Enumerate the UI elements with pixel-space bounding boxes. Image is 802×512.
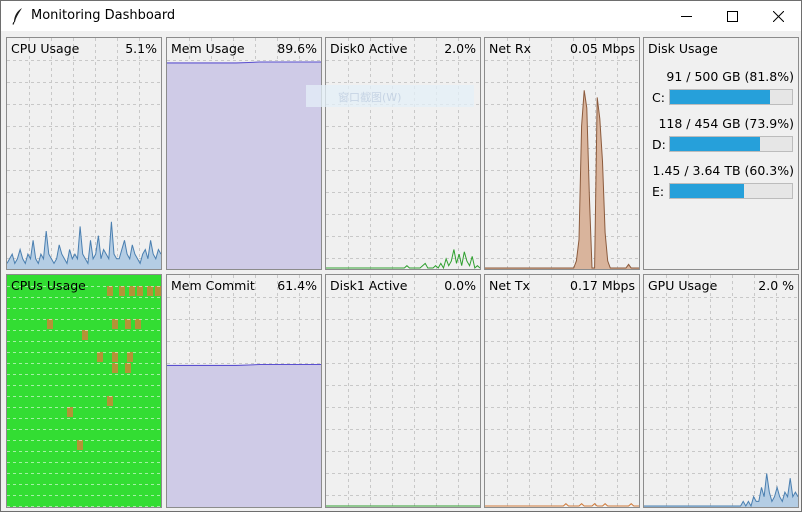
disk0-active-graph [326,38,480,269]
mem-usage-area [167,62,321,269]
grid-lines [485,38,639,269]
heatmap-hot-cell [67,407,73,417]
gpu-usage-value: 2.0 % [758,278,794,293]
mem-usage-panel: Mem Usage 89.6% [166,37,322,270]
mem-commit-value: 61.4% [277,278,317,293]
app-window: Monitoring Dashboard CPU Usage 5.1% Mem … [0,0,802,512]
disk-d-text: 118 / 454 GB (73.9%) [658,116,794,131]
disk-usage-panel: Disk Usage 91 / 500 GB (81.8%) C: 118 / … [643,37,799,270]
heatmap-hot-cell [119,286,125,296]
close-button[interactable] [755,1,801,31]
disk1-active-label: Disk1 Active [330,278,408,293]
cpu-usage-line [7,221,161,265]
net-rx-value: 0.05 Mbps [570,41,635,56]
heatmap-background [7,275,161,507]
cpu-usage-graph [7,38,161,269]
heatmap-hot-cell [125,363,131,373]
net-rx-label: Net Rx [489,41,531,56]
disk-usage-label: Disk Usage [648,41,718,56]
mem-commit-panel: Mem Commit 61.4% [166,274,322,508]
mem-usage-value: 89.6% [277,41,317,56]
disk-d-fill [670,137,761,151]
heatmap-hot-cell [147,286,153,296]
net-tx-panel: Net Tx 0.17 Mbps [484,274,640,508]
grid-lines [485,275,639,507]
cpu-usage-area [7,221,161,269]
disk0-active-label: Disk0 Active [330,41,408,56]
minimize-button[interactable] [663,1,709,31]
mem-usage-label: Mem Usage [171,41,245,56]
disk-e-text: 1.45 / 3.64 TB (60.3%) [652,163,794,178]
heatmap-hot-cell [125,319,131,329]
maximize-icon [726,10,738,22]
heatmap-hot-cell [107,396,113,406]
net-tx-label: Net Tx [489,278,530,293]
title-bar[interactable]: Monitoring Dashboard [1,1,801,31]
mem-commit-label: Mem Commit [171,278,255,293]
net-tx-value: 0.17 Mbps [570,278,635,293]
mem-commit-area [167,364,321,507]
feather-icon [11,7,25,25]
net-rx-area [485,90,639,269]
disk0-active-value: 2.0% [444,41,476,56]
disk-d-letter: D: [652,137,666,152]
disk-d-bar [669,136,793,152]
disk-c-fill [670,90,770,104]
disk1-active-panel: Disk1 Active 0.0% [325,274,481,508]
grid-lines [7,38,161,269]
net-rx-line [485,90,639,269]
heatmap-hot-cell [112,363,118,373]
cpu-usage-value: 5.1% [125,41,157,56]
heatmap-hot-cell [82,330,88,340]
heatmap-hot-cell [47,319,53,329]
mem-commit-graph [167,275,321,507]
grid-lines [326,275,480,507]
disk-e-bar [669,183,793,199]
disk0-active-panel: Disk0 Active 2.0% [325,37,481,270]
disk-c-bar [669,89,793,105]
disk-c-letter: C: [652,90,665,105]
heatmap-hot-cell [107,286,113,296]
grid-lines [326,38,480,269]
cpu-usage-label: CPU Usage [11,41,80,56]
heatmap-hot-cell [112,352,118,362]
cpus-usage-label: CPUs Usage [11,278,86,293]
screenshot-hint-overlay: 窗口截图(W) [306,85,474,107]
heatmap-hot-cell [155,286,161,296]
disk0-active-line [326,249,480,269]
window-title: Monitoring Dashboard [31,8,176,23]
heatmap-hot-cell [127,352,133,362]
mem-usage-graph [167,38,321,269]
heatmap-hot-cell [135,319,141,329]
gpu-usage-graph [644,275,798,507]
gpu-usage-label: GPU Usage [648,278,718,293]
net-tx-line [485,503,639,507]
disk-e-letter: E: [652,184,665,199]
heatmap-hot-cell [77,440,83,450]
close-icon [772,10,784,22]
disk-e-fill [670,184,744,198]
cpu-usage-panel: CPU Usage 5.1% [6,37,162,270]
heatmap-hot-cell [97,352,103,362]
disk1-active-value: 0.0% [444,278,476,293]
cpus-usage-panel: CPUs Usage [6,274,162,508]
heatmap-hot-cell [137,286,143,296]
heatmap-hot-cell [112,319,118,329]
heatmap-hot-cell [129,286,135,296]
net-rx-graph [485,38,639,269]
maximize-button[interactable] [709,1,755,31]
gpu-usage-area [644,473,798,507]
minimize-icon [680,11,692,22]
disk-c-text: 91 / 500 GB (81.8%) [666,69,794,84]
disk1-active-graph [326,275,480,507]
net-rx-panel: Net Rx 0.05 Mbps [484,37,640,270]
net-tx-graph [485,275,639,507]
cpus-usage-heatmap [7,275,161,507]
gpu-usage-panel: GPU Usage 2.0 % [643,274,799,508]
grid-lines [644,275,798,507]
